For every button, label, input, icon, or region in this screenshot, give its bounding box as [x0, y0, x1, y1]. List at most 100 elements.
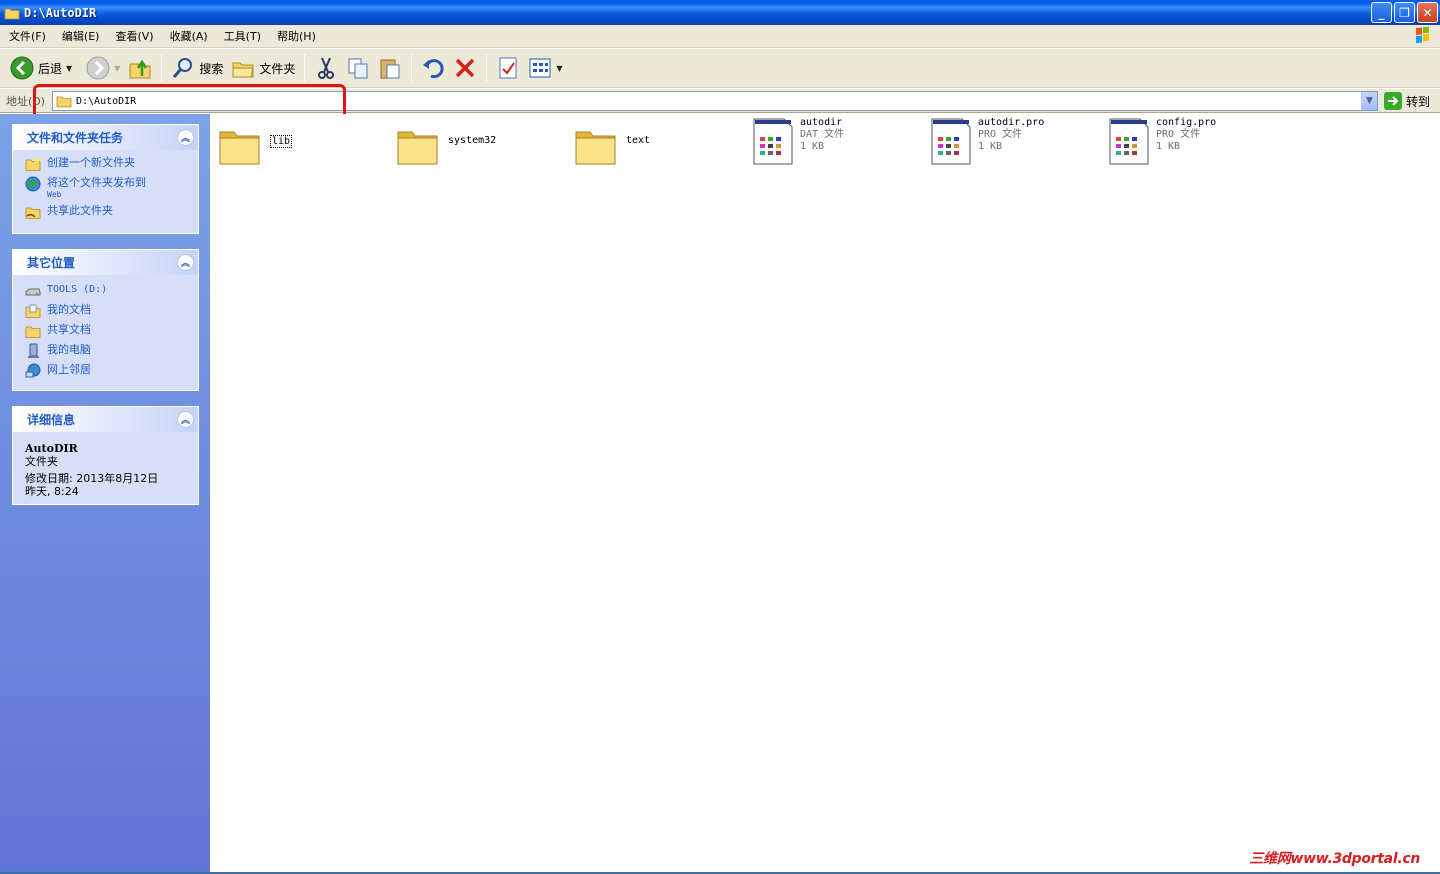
file-item[interactable]: autodir DAT 文件 1 KB [752, 117, 844, 165]
drive-icon [25, 288, 41, 296]
forward-button[interactable]: ▼ [82, 52, 124, 84]
toolbar-separator [161, 54, 163, 82]
my-computer-icon [28, 343, 39, 358]
menu-view[interactable]: 查看(V) [107, 25, 161, 48]
address-dropdown-button[interactable]: ▼ [1361, 92, 1377, 110]
file-item[interactable]: autodir.pro PRO 文件 1 KB [930, 117, 1044, 165]
address-value[interactable]: D:\AutoDIR [76, 96, 136, 107]
publish-web-sub: Web [47, 190, 62, 199]
restore-button[interactable]: ❐ [1394, 2, 1415, 23]
chevron-down-icon[interactable]: ▼ [66, 64, 72, 73]
menu-favorites[interactable]: 收藏(A) [162, 25, 216, 48]
folder-item[interactable]: system32 [396, 122, 496, 170]
folder-icon [575, 131, 616, 165]
close-icon: ✕ [1422, 5, 1433, 20]
folders-label: 文件夹 [259, 61, 296, 76]
delete-icon [456, 58, 475, 78]
my-documents-icon [25, 304, 41, 318]
menu-file[interactable]: 文件(F) [0, 25, 54, 48]
title-bar: D:\AutoDIR _ ❐ ✕ [0, 0, 1440, 25]
copy-icon [348, 58, 368, 79]
properties-icon [499, 57, 517, 79]
folder-icon [56, 96, 72, 108]
details-name: AutoDIR [25, 442, 78, 455]
file-name: autodir.pro [978, 117, 1045, 128]
folder-item[interactable]: lib [218, 122, 293, 170]
menu-help[interactable]: 帮助(H) [269, 25, 324, 48]
folders-button[interactable]: 文件夹 [227, 52, 299, 84]
file-item[interactable]: config.pro PRO 文件 1 KB [1108, 117, 1216, 165]
back-button[interactable]: 后退 ▼ [6, 52, 76, 84]
details-type: 文件夹 [25, 455, 58, 468]
forward-arrow-icon [86, 56, 110, 80]
file-view: lib system32 text autodir DAT 文件 1 KB au… [210, 114, 1440, 874]
windows-logo-icon [1408, 25, 1436, 47]
details-modified: 修改日期: 2013年8月12日 [25, 472, 159, 485]
place-network[interactable]: 网上邻居 [25, 363, 188, 379]
file-size: 1 KB [978, 141, 1003, 152]
back-arrow-icon [10, 56, 34, 80]
close-button[interactable]: ✕ [1417, 2, 1438, 23]
copy-button[interactable] [342, 52, 374, 84]
views-button[interactable]: ▼ [524, 52, 566, 84]
file-meta: config.pro PRO 文件 1 KB [1156, 117, 1216, 153]
up-folder-button[interactable] [124, 52, 156, 84]
properties-button[interactable] [492, 52, 524, 84]
minimize-icon: _ [1378, 5, 1385, 20]
place-network-label: 网上邻居 [47, 363, 91, 376]
folder-name[interactable]: text [626, 135, 650, 146]
place-my-computer[interactable]: 我的电脑 [25, 343, 188, 359]
folder-name[interactable]: lib [270, 135, 293, 148]
address-field[interactable]: D:\AutoDIR ▼ [52, 91, 1378, 111]
minimize-button[interactable]: _ [1371, 2, 1392, 23]
folder-name[interactable]: system32 [448, 135, 496, 146]
details-panel-header[interactable]: 详细信息 ︽ [13, 407, 198, 432]
file-name: autodir [800, 117, 843, 128]
paste-button[interactable] [374, 52, 406, 84]
places-panel: 其它位置 ︽ TOOLS (D:) 我的文档 共享文档 我的电脑 网上邻居 [12, 249, 199, 391]
collapse-icon[interactable]: ︽ [177, 254, 194, 271]
undo-button[interactable] [417, 52, 449, 84]
chevron-down-icon[interactable]: ▼ [114, 64, 120, 73]
tasks-panel: 文件和文件夹任务 ︽ 创建一个新文件夹 将这个文件夹发布到 Web 共享此文件夹 [12, 124, 199, 234]
task-pane: 文件和文件夹任务 ︽ 创建一个新文件夹 将这个文件夹发布到 Web 共享此文件夹 … [0, 114, 210, 874]
menu-tools[interactable]: 工具(T) [216, 25, 269, 48]
folder-icon [397, 131, 438, 165]
go-button[interactable]: 转到 [1384, 91, 1430, 111]
go-label: 转到 [1406, 94, 1431, 109]
document-icon [931, 118, 971, 165]
folder-icon [219, 131, 260, 165]
toolbar-separator [304, 54, 306, 82]
chevron-down-icon[interactable]: ▼ [556, 64, 562, 73]
cut-button[interactable] [310, 52, 342, 84]
share-folder-link[interactable]: 共享此文件夹 [25, 204, 188, 220]
watermark: 三维网www.3dportal.cn [1249, 851, 1420, 867]
publish-web-link[interactable]: 将这个文件夹发布到 Web [25, 176, 188, 200]
globe-icon [25, 176, 41, 192]
place-shared-documents-label: 共享文档 [47, 323, 91, 336]
search-button[interactable]: 搜索 [167, 52, 227, 84]
network-places-icon [25, 363, 41, 378]
place-my-documents[interactable]: 我的文档 [25, 303, 188, 319]
folders-icon [232, 62, 254, 78]
place-shared-documents[interactable]: 共享文档 [25, 323, 188, 339]
collapse-icon[interactable]: ︽ [177, 129, 194, 146]
menu-bar: 文件(F) 编辑(E) 查看(V) 收藏(A) 工具(T) 帮助(H) [0, 25, 1440, 48]
place-drive-d[interactable]: TOOLS (D:) [25, 283, 188, 299]
places-panel-header[interactable]: 其它位置 ︽ [13, 250, 198, 275]
address-label: 地址(D) [6, 94, 46, 108]
document-icon [753, 118, 793, 165]
up-folder-icon [129, 59, 151, 79]
folder-item[interactable]: text [574, 122, 650, 170]
toolbar: 后退 ▼ ▼ 搜索 文件夹 ▼ [0, 49, 1440, 88]
share-folder-label: 共享此文件夹 [47, 204, 113, 217]
delete-button[interactable] [449, 52, 481, 84]
new-folder-link[interactable]: 创建一个新文件夹 [25, 156, 188, 172]
menu-edit[interactable]: 编辑(E) [54, 25, 108, 48]
search-label: 搜索 [199, 61, 224, 76]
folder-icon [4, 6, 20, 20]
publish-web-label: 将这个文件夹发布到 [47, 176, 146, 189]
collapse-icon[interactable]: ︽ [177, 411, 194, 428]
tasks-panel-header[interactable]: 文件和文件夹任务 ︽ [13, 125, 198, 150]
new-folder-icon [25, 157, 41, 171]
